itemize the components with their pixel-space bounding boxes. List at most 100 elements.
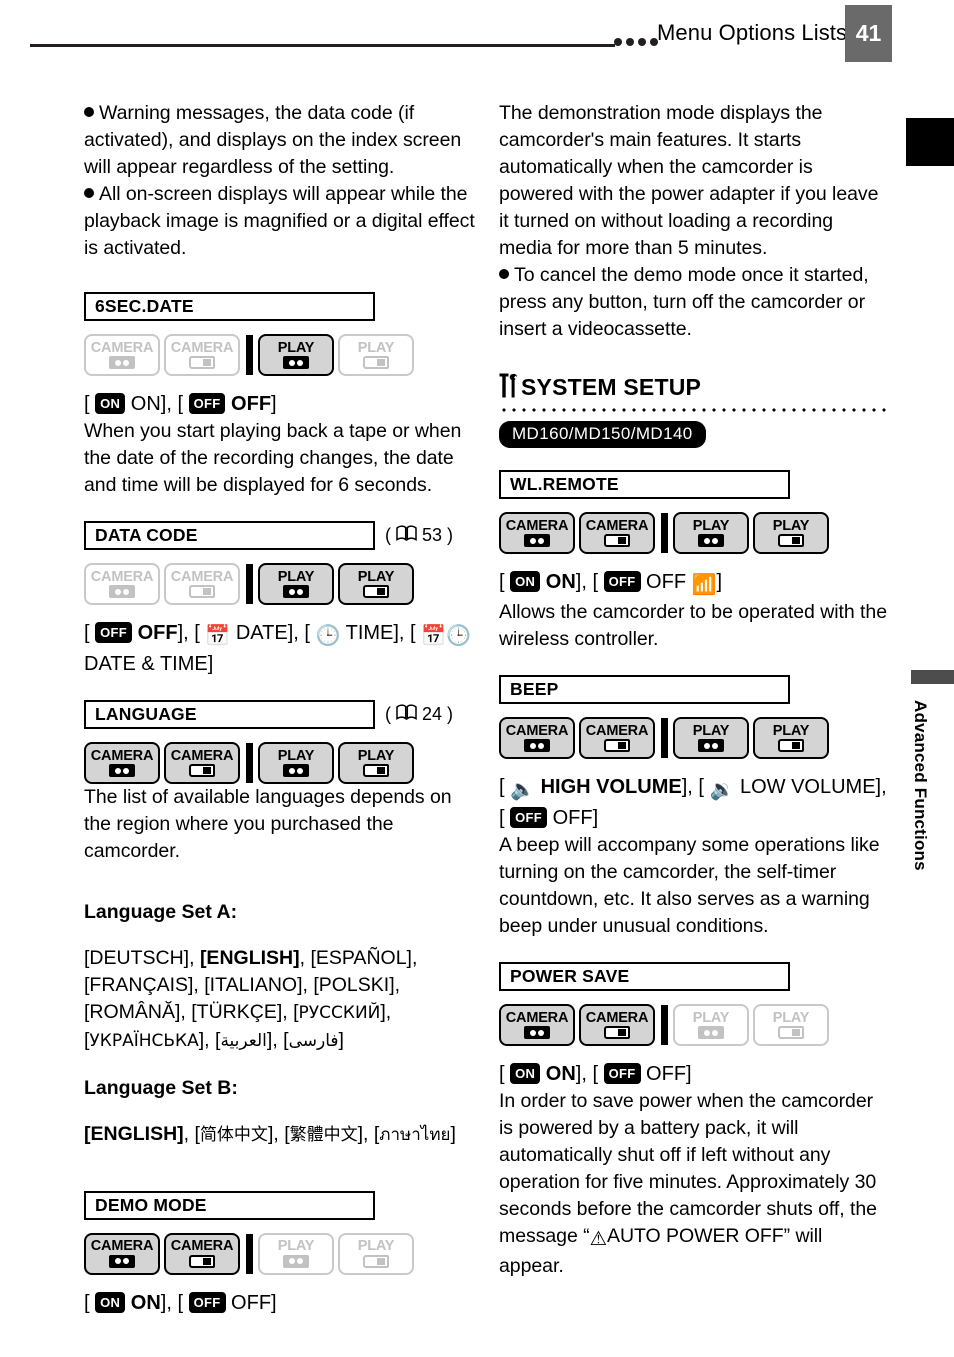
mode-badge-camera-tape: CAMERA — [84, 334, 160, 376]
mode-badge-label: PLAY — [692, 722, 730, 739]
mode-badge-label: PLAY — [277, 568, 315, 585]
badge-separator — [246, 743, 253, 783]
remote-off-icon: 📶 — [691, 574, 717, 596]
mode-badge-label: CAMERA — [90, 1238, 154, 1255]
menu-name-row: LANGUAGE ( 24) — [84, 700, 476, 729]
mode-badge-play-card: PLAY — [338, 742, 414, 784]
mode-badge-camera-tape: CAMERA — [84, 742, 160, 784]
entry-description: When you start playing back a tape or wh… — [84, 420, 462, 496]
mode-badge-label: CAMERA — [90, 339, 154, 356]
badge-separator — [246, 564, 253, 604]
tape-icon — [524, 1026, 550, 1040]
screwdriver-wrench-icon — [499, 373, 517, 401]
tape-icon — [283, 585, 309, 599]
menu-entry: WL.REMOTE CAMERA CAMERA PLAY PLAY [ ON ON], [… — [499, 470, 891, 653]
mode-badge-label: PLAY — [692, 1009, 730, 1026]
mode-badge-play-card: PLAY — [338, 1232, 414, 1275]
manual-reference-icon — [396, 525, 417, 546]
bullet-icon — [84, 107, 94, 117]
menu-name-row: WL.REMOTE — [499, 470, 891, 499]
header-dots-decoration — [614, 38, 658, 46]
mode-badge-row: CAMERA CAMERA PLAY PLAY — [84, 563, 476, 605]
card-icon — [189, 356, 215, 370]
mode-badge-label: PLAY — [772, 722, 810, 739]
mode-badge-camera-card: CAMERA — [164, 563, 240, 605]
mode-badge-play-card: PLAY — [753, 1004, 829, 1046]
section-tab-marker — [911, 670, 954, 684]
mode-badge-camera-tape: CAMERA — [499, 717, 575, 759]
menu-entry: DATA CODE ( 53) CAMERA CAMERA PLAY PLAY [ OFF … — [84, 521, 476, 678]
mode-badge-play-card: PLAY — [338, 563, 414, 605]
mode-badge-camera-tape: CAMERA — [499, 512, 575, 554]
right-column: The demonstration mode displays the camc… — [499, 100, 891, 1280]
tape-icon — [524, 534, 550, 548]
mode-badge-play-tape: PLAY — [258, 1232, 334, 1275]
mode-badge-play-card: PLAY — [753, 717, 829, 759]
mode-badge-play-tape: PLAY — [673, 512, 749, 554]
mode-badge-camera-card: CAMERA — [164, 334, 240, 376]
tape-icon — [698, 1026, 724, 1040]
menu-entry: BEEP CAMERA CAMERA PLAY PLAY [ 🔈 HIGH VOLUME]… — [499, 675, 891, 940]
page-reference[interactable]: ( 24) — [385, 704, 453, 725]
menu-item-name: POWER SAVE — [499, 962, 790, 991]
card-icon — [189, 1254, 215, 1268]
page-reference-number: 53 — [422, 525, 443, 545]
mode-badge-label: PLAY — [692, 517, 730, 534]
badge-separator — [661, 718, 668, 758]
card-icon — [778, 534, 804, 548]
page-reference[interactable]: ( 53) — [385, 525, 453, 546]
mode-badge-camera-card: CAMERA — [579, 717, 655, 759]
mode-badge-camera-tape: CAMERA — [84, 1232, 160, 1275]
tape-icon — [283, 1254, 309, 1268]
chapter-label: Advanced Functions — [911, 700, 930, 871]
menu-name-row: DEMO MODE — [84, 1190, 476, 1220]
mode-badge-label: CAMERA — [585, 517, 649, 534]
mode-badge-label: PLAY — [277, 1238, 315, 1255]
mode-badge-label: PLAY — [772, 517, 810, 534]
page-number: 41 — [845, 5, 892, 62]
section-title: SYSTEM SETUP — [521, 374, 702, 400]
page-title: Menu Options Lists — [657, 20, 848, 45]
header-dot — [614, 38, 622, 46]
entry-description: The list of available languages depends … — [84, 786, 452, 862]
language-set-items: [ENGLISH], [简体中文], [繁體中文], [ภาษาไทย] — [84, 1123, 456, 1145]
badge-separator — [246, 335, 253, 375]
language-set-items: [DEUTSCH], [ENGLISH], [ESPAÑOL], [FRANÇA… — [84, 947, 418, 1051]
card-icon — [189, 585, 215, 599]
card-icon — [363, 764, 389, 778]
option-values: [ ON ON], [ OFF OFF 📶] — [499, 568, 891, 599]
tape-icon — [283, 356, 309, 370]
mode-badge-play-tape: PLAY — [673, 1004, 749, 1046]
chapter-tab-marker — [906, 118, 954, 166]
mode-badge-label: CAMERA — [505, 517, 569, 534]
menu-item-name: LANGUAGE — [84, 700, 375, 729]
model-badge: MD160/MD150/MD140 — [499, 421, 706, 448]
tape-icon — [109, 1254, 135, 1268]
mode-badge-play-tape: PLAY — [673, 717, 749, 759]
tape-icon — [109, 585, 135, 599]
warning-triangle-icon: ⚠ — [589, 1228, 608, 1250]
tape-icon — [283, 764, 309, 778]
mode-badge-camera-tape: CAMERA — [84, 563, 160, 605]
menu-name-row: BEEP — [499, 675, 891, 704]
mode-badge-camera-card: CAMERA — [579, 1004, 655, 1046]
card-icon — [363, 585, 389, 599]
speaker-high-icon: 🔈 — [510, 779, 536, 801]
option-values: [ ON ON], [ OFF OFF] — [84, 1291, 277, 1314]
card-icon — [363, 356, 389, 370]
mode-badge-row: CAMERA CAMERA PLAY PLAY — [499, 512, 891, 554]
menu-entry: POWER SAVE CAMERA CAMERA PLAY PLAY [ ON ON], … — [499, 962, 891, 1280]
menu-item-name: 6SEC.DATE — [84, 292, 375, 321]
menu-name-row: DATA CODE ( 53) — [84, 521, 476, 550]
mode-badge-label: PLAY — [277, 747, 315, 764]
menu-entry: DEMO MODE CAMERA CAMERA PLAY PLAY [ ON ON], [… — [84, 1190, 476, 1317]
badge-separator — [246, 1233, 253, 1274]
tape-icon — [109, 764, 135, 778]
mode-badge-label: PLAY — [772, 1009, 810, 1026]
mode-badge-label: CAMERA — [170, 747, 234, 764]
menu-entry: LANGUAGE ( 24) CAMERA CAMERA PLAY PLAY The lis… — [84, 700, 476, 865]
mode-badge-label: PLAY — [357, 747, 395, 764]
mode-badge-label: CAMERA — [505, 1009, 569, 1026]
tape-icon — [524, 739, 550, 753]
option-values: [ 🔈 HIGH VOLUME], [ 🔉 LOW VOLUME], [ OFF… — [499, 776, 887, 829]
